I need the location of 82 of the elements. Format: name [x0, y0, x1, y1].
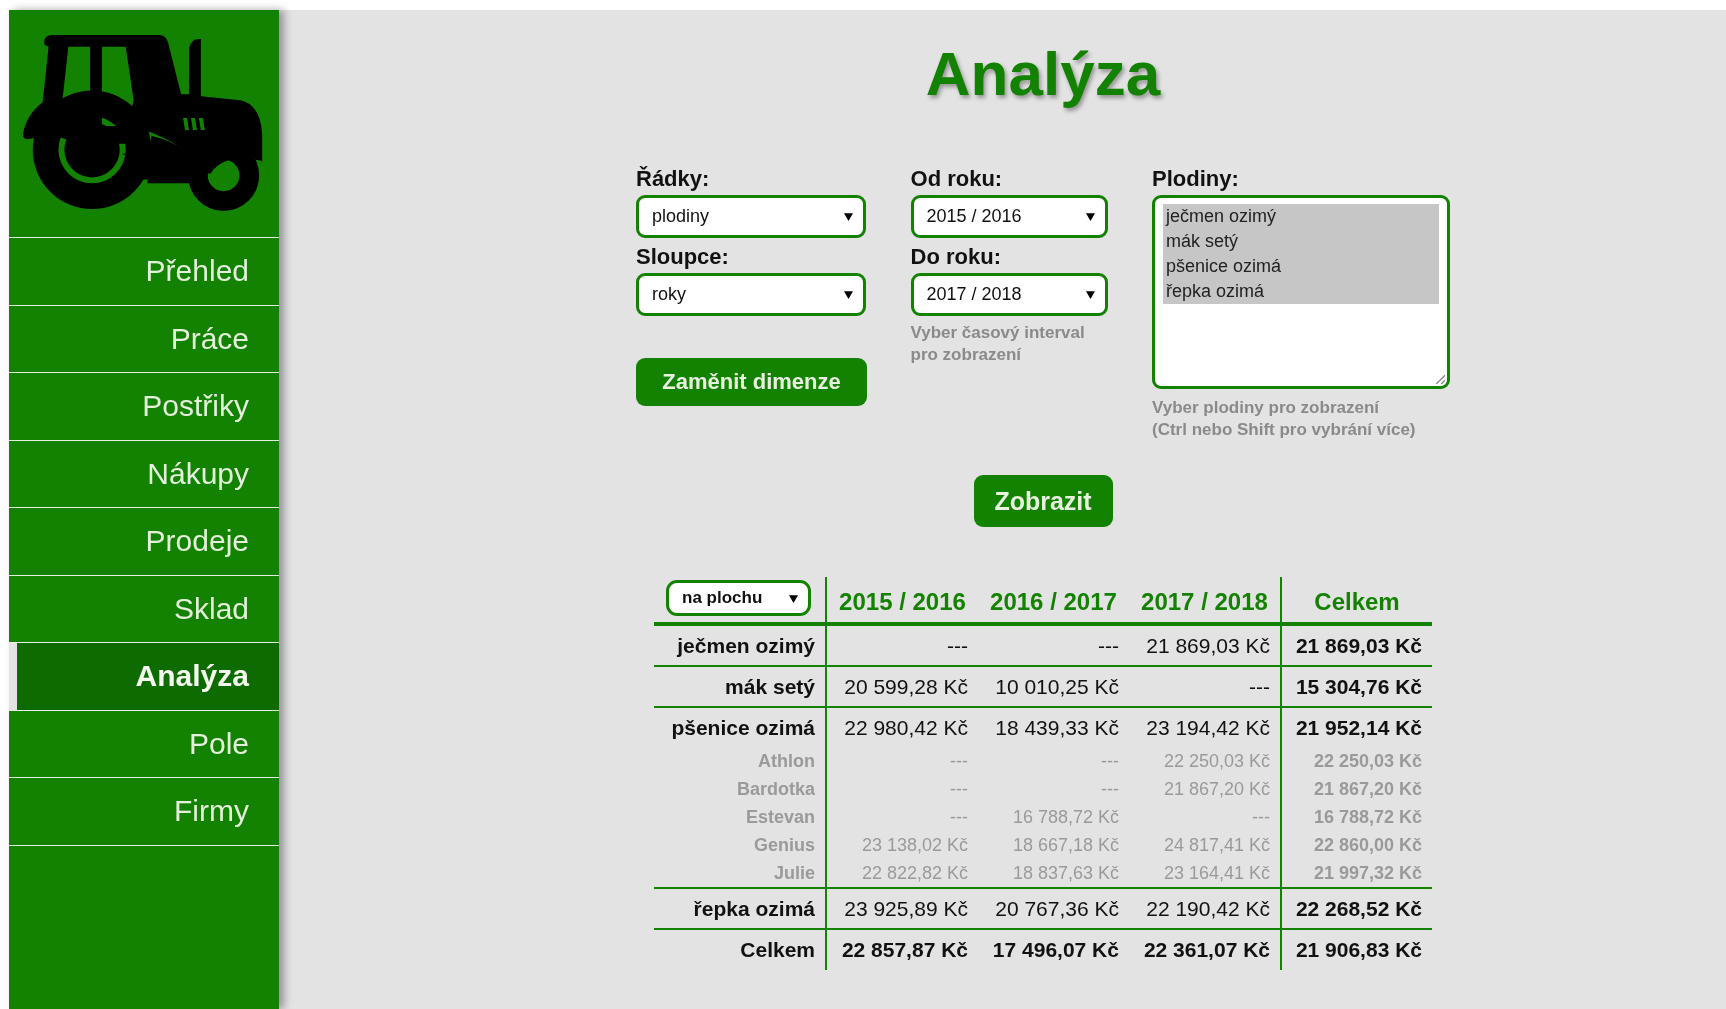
table-cell: 20 599,28 Kč: [826, 666, 978, 707]
table-cell: 22 857,87 Kč: [826, 929, 978, 970]
to-year-select[interactable]: 2017 / 2018: [910, 273, 1108, 316]
row-label: Athlon: [654, 747, 826, 775]
measure-select[interactable]: na plochu: [666, 580, 811, 616]
column-header: 2015 / 2016: [826, 577, 978, 624]
table-cell: ---: [1128, 803, 1281, 831]
list-option[interactable]: řepka ozimá: [1163, 279, 1439, 304]
column-header: 2016 / 2017: [978, 577, 1129, 624]
table-cell: ---: [978, 624, 1129, 666]
table-cell: 22 250,03 Kč: [1128, 747, 1281, 775]
table-cell: 22 980,42 Kč: [826, 707, 978, 747]
field-label: Plodiny:: [1152, 166, 1239, 192]
resize-grip-icon[interactable]: [1435, 374, 1445, 384]
table-cell: 10 010,25 Kč: [978, 666, 1129, 707]
table-cell: ---: [826, 624, 978, 666]
crops-hint: (Ctrl nebo Shift pro vybrání více): [1152, 419, 1416, 441]
crops-hint: Vyber plodiny pro zobrazení: [1152, 397, 1379, 419]
table-cell: 22 268,52 Kč: [1281, 888, 1432, 929]
list-option[interactable]: pšenice ozimá: [1163, 254, 1439, 279]
table-cell: ---: [1128, 666, 1281, 707]
columns-select[interactable]: roky: [636, 273, 866, 316]
row-label: ječmen ozimý: [654, 624, 826, 666]
show-button[interactable]: Zobrazit: [973, 475, 1113, 527]
caret-icon: [1085, 290, 1095, 299]
table-cell: ---: [826, 775, 978, 803]
row-label: pšenice ozimá: [654, 707, 826, 747]
list-option[interactable]: mák setý: [1163, 229, 1439, 254]
table-cell: 22 361,07 Kč: [1128, 929, 1281, 970]
list-option[interactable]: ječmen ozimý: [1163, 204, 1439, 229]
column-header: 2017 / 2018: [1128, 577, 1281, 624]
table-cell: 22 190,42 Kč: [1128, 888, 1281, 929]
crops-listbox[interactable]: ječmen ozimý mák setý pšenice ozimá řepka ozimá: [1152, 195, 1450, 389]
caret-icon: [1085, 212, 1095, 221]
table-cell: 22 250,03 Kč: [1281, 747, 1432, 775]
row-label: řepka ozimá: [654, 888, 826, 929]
row-label: Celkem: [654, 929, 826, 970]
table-cell: 23 164,41 Kč: [1128, 859, 1281, 888]
table-cell-text: 16 788,72 Kč: [1011, 805, 1120, 829]
table-cell: 22 822,82 Kč: [826, 859, 978, 888]
table-cell-text: 18 667,18 Kč: [1011, 833, 1120, 857]
row-label: Bardotka: [654, 775, 826, 803]
table-cell: 21 906,83 Kč: [1281, 929, 1432, 970]
page-title: Analýza: [924, 38, 1162, 110]
table-cell: 15 304,76 Kč: [1281, 666, 1432, 707]
column-header: Celkem: [1281, 577, 1432, 624]
table-cell: 22 860,00 Kč: [1281, 831, 1432, 859]
table-cell: ---: [826, 803, 978, 831]
table-cell: 16 788,72 Kč: [1281, 803, 1432, 831]
nav-item[interactable]: Analýza: [9, 643, 279, 711]
table-cell: 18 439,33 Kč: [978, 707, 1129, 747]
table-cell: 23 194,42 Kč: [1128, 707, 1281, 747]
period-hint: Vyber časový interval pro zobrazení: [910, 322, 1086, 366]
table-cell: 21 997,32 Kč: [1281, 859, 1432, 888]
table-cell: 20 767,36 Kč: [978, 888, 1129, 929]
field-label: Do roku:: [910, 244, 1001, 270]
table-cell: 21 869,03 Kč: [1281, 624, 1432, 666]
caret-icon: [789, 593, 798, 603]
table-cell: 24 817,41 Kč: [1128, 831, 1281, 859]
table-cell-text: ---: [1100, 749, 1120, 773]
table-cell: 21 952,14 Kč: [1281, 707, 1432, 747]
rows-select[interactable]: plodiny: [636, 195, 866, 238]
table-cell: 21 867,20 Kč: [1281, 775, 1432, 803]
table-cell: 23 138,02 Kč: [826, 831, 978, 859]
field-label: Sloupce:: [636, 244, 729, 270]
table-cell: ---: [826, 747, 978, 775]
table-cell: 21 869,03 Kč: [1128, 624, 1281, 666]
row-label: Julie: [654, 859, 826, 888]
caret-icon: [844, 212, 853, 221]
caret-icon: [844, 290, 853, 299]
field-label: Od roku:: [910, 166, 1003, 192]
table-cell: 21 867,20 Kč: [1128, 775, 1281, 803]
from-year-select[interactable]: 2015 / 2016: [910, 195, 1108, 238]
row-label: Genius: [654, 831, 826, 859]
table-cell: 23 925,89 Kč: [826, 888, 978, 929]
row-label: mák setý: [654, 666, 826, 707]
field-label: Řádky:: [636, 166, 710, 192]
table-cell: 17 496,07 Kč: [978, 929, 1129, 970]
row-label: Estevan: [654, 803, 826, 831]
table-cell-text: ---: [1100, 777, 1120, 801]
table-cell: 18 837,63 Kč: [978, 859, 1129, 888]
swap-dimensions-button[interactable]: Zaměnit dimenze: [636, 358, 867, 406]
